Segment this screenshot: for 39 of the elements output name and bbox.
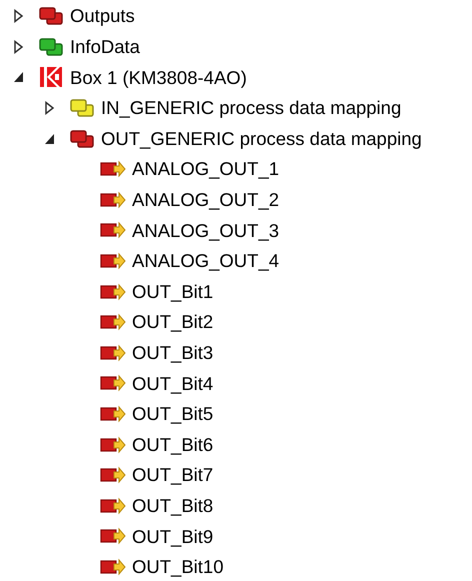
- tree-item-label[interactable]: OUT_Bit9: [132, 522, 214, 550]
- output-variable-icon: [100, 527, 126, 546]
- output-variable-icon: [100, 344, 126, 362]
- collapse-arrow-icon[interactable]: [13, 70, 25, 84]
- tree-item-label[interactable]: OUT_Bit4: [132, 370, 214, 398]
- tree-item-label[interactable]: InfoData: [70, 33, 140, 61]
- tree-item-label[interactable]: OUT_Bit10: [132, 553, 224, 581]
- output-variable-icon: [100, 436, 126, 454]
- tree-item-label[interactable]: OUT_Bit5: [132, 400, 214, 428]
- expand-arrow-icon[interactable]: [13, 9, 25, 24]
- tree-item-label[interactable]: ANALOG_OUT_2: [132, 186, 280, 214]
- output-variable-icon: [100, 466, 126, 484]
- tree-item-label[interactable]: OUT_Bit7: [132, 461, 214, 490]
- expand-arrow-icon[interactable]: [44, 101, 56, 116]
- tree-item-label[interactable]: OUT_Bit8: [132, 492, 214, 520]
- output-variable-icon: [100, 221, 126, 240]
- tree-item-label[interactable]: OUT_Bit3: [132, 338, 214, 367]
- tree-item-label[interactable]: Outputs: [70, 2, 135, 30]
- output-variable-icon: [100, 374, 126, 392]
- tree-item-label[interactable]: OUT_Bit2: [132, 308, 214, 336]
- tree-item-label[interactable]: ANALOG_OUT_3: [132, 216, 280, 244]
- collapse-arrow-icon[interactable]: [44, 132, 56, 146]
- output-variable-icon: [100, 558, 126, 576]
- tree-item-label[interactable]: ANALOG_OUT_1: [132, 155, 280, 184]
- tree-item-label[interactable]: IN_GENERIC process data mapping: [101, 94, 402, 122]
- output-variable-icon: [100, 496, 126, 515]
- output-variable-icon: [100, 160, 126, 178]
- tree-item-label[interactable]: OUT_Bit6: [132, 430, 214, 458]
- output-variable-icon: [100, 405, 126, 424]
- tree-item-label[interactable]: Box 1 (KM3808-4AO): [70, 64, 247, 92]
- tree-item-label[interactable]: OUT_Bit1: [132, 278, 214, 306]
- output-variable-icon: [100, 313, 126, 332]
- output-variable-icon: [100, 252, 126, 270]
- expand-arrow-icon[interactable]: [13, 40, 25, 54]
- k-logo-icon: [38, 66, 64, 88]
- tree-item-label[interactable]: ANALOG_OUT_4: [132, 247, 280, 275]
- output-variable-icon: [100, 282, 126, 301]
- tree-item-label[interactable]: OUT_GENERIC process data mapping: [101, 124, 422, 153]
- output-variable-icon: [100, 190, 126, 209]
